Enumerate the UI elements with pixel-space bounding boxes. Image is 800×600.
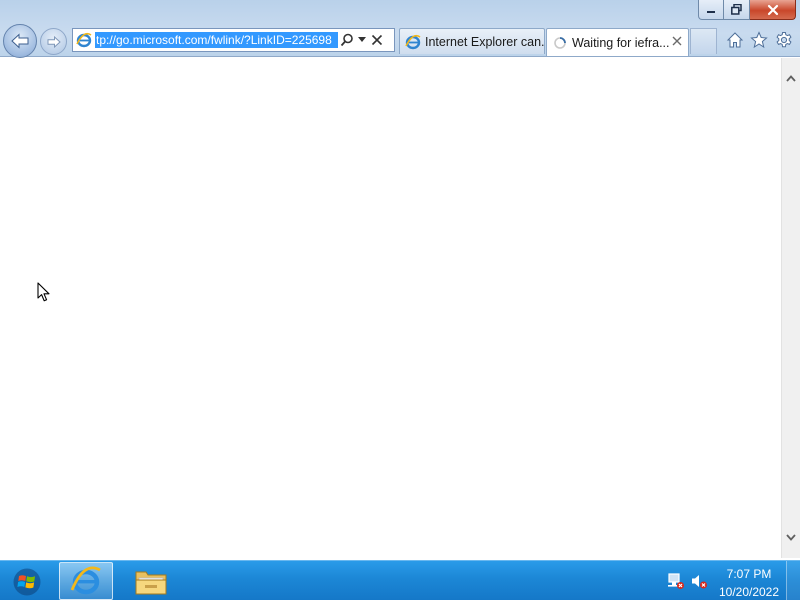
taskbar: 7:07 PM 10/20/2022 — [0, 560, 800, 600]
restore-icon — [731, 4, 742, 15]
favorites-star-icon[interactable] — [749, 30, 769, 50]
address-bar[interactable]: tp://go.microsoft.com/fwlink/?LinkID=225… — [72, 28, 395, 52]
mouse-cursor-icon — [37, 282, 50, 302]
new-tab-button[interactable] — [690, 28, 717, 54]
ie-icon — [70, 566, 101, 595]
forward-button[interactable] — [40, 28, 67, 55]
browser-chrome: tp://go.microsoft.com/fwlink/?LinkID=225… — [0, 0, 800, 58]
search-icon — [340, 33, 353, 47]
close-icon — [672, 36, 682, 46]
back-button[interactable] — [3, 24, 37, 58]
taskbar-windows-explorer[interactable] — [124, 562, 178, 600]
tools-gear-icon[interactable] — [774, 30, 794, 50]
clock-date: 10/20/2022 — [718, 585, 780, 599]
close-window-button[interactable] — [750, 0, 796, 20]
close-icon — [371, 34, 383, 46]
scroll-up-button[interactable] — [782, 70, 800, 87]
restore-button[interactable] — [724, 0, 750, 20]
search-button[interactable] — [338, 29, 356, 51]
scroll-down-button[interactable] — [782, 529, 800, 546]
tab-waiting-for-ieframe[interactable]: Waiting for iefra... — [546, 28, 689, 56]
chevron-down-icon — [786, 534, 796, 541]
vertical-scrollbar[interactable] — [781, 58, 800, 558]
network-icon[interactable] — [667, 572, 685, 590]
taskbar-internet-explorer[interactable] — [59, 562, 113, 600]
chevron-up-icon — [786, 75, 796, 82]
windows-logo-icon — [13, 568, 41, 596]
address-dropdown-button[interactable] — [356, 29, 368, 51]
start-button[interactable] — [8, 565, 46, 599]
tab-internet-explorer-cannot-display[interactable]: Internet Explorer can... — [399, 28, 545, 54]
stop-button[interactable] — [368, 29, 386, 51]
close-icon — [767, 4, 778, 15]
tab-label: Waiting for iefra... — [572, 35, 670, 50]
tab-label: Internet Explorer can... — [425, 34, 544, 49]
ie-icon — [405, 34, 421, 50]
forward-arrow-icon — [47, 35, 61, 48]
home-icon[interactable] — [725, 30, 745, 50]
clock-time: 7:07 PM — [726, 567, 772, 581]
tab-close-button[interactable] — [671, 35, 683, 47]
ie-icon — [73, 29, 95, 51]
window-caption-buttons — [698, 0, 796, 20]
url-text[interactable]: tp://go.microsoft.com/fwlink/?LinkID=225… — [95, 32, 338, 48]
show-desktop-button[interactable] — [786, 561, 800, 600]
loading-spinner-icon — [552, 35, 568, 51]
system-clock[interactable]: 7:07 PM 10/20/2022 — [716, 566, 782, 600]
volume-muted-icon[interactable] — [690, 572, 708, 590]
chevron-down-icon — [358, 37, 366, 42]
page-content[interactable] — [0, 58, 781, 558]
back-arrow-icon — [11, 33, 29, 49]
minimize-icon — [707, 10, 715, 13]
folder-icon — [135, 571, 167, 595]
minimize-button[interactable] — [698, 0, 724, 20]
